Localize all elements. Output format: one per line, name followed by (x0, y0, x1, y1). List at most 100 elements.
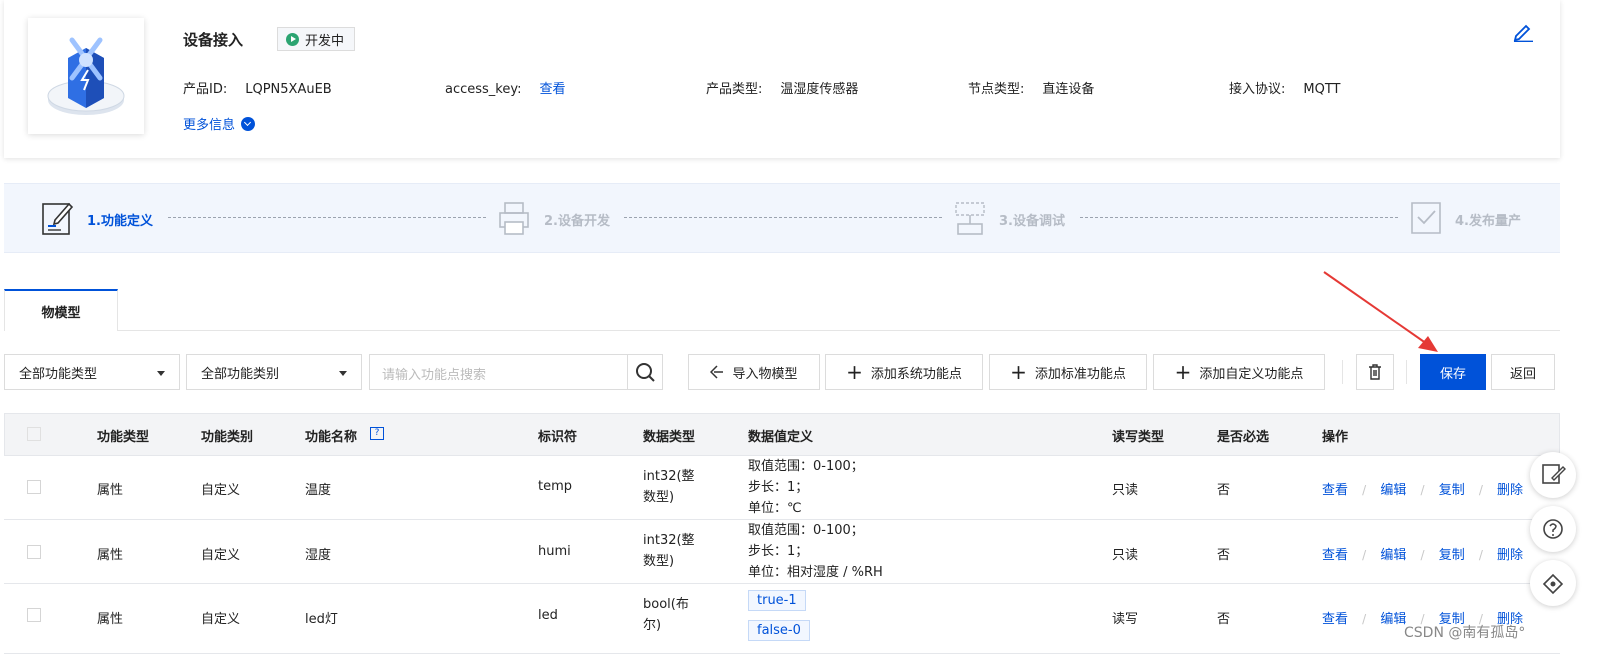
watermark: CSDN @南有孤岛° (1404, 625, 1526, 641)
step-connector (624, 217, 942, 218)
progress-steps (4, 183, 1560, 253)
cell-name: 湿度 (305, 548, 332, 563)
service-icon (1542, 573, 1564, 595)
col-header: 标识符 (538, 430, 578, 445)
node-type-field: 节点类型: 直连设备 (968, 82, 1095, 97)
help-icon[interactable]: ? (370, 427, 384, 440)
copy-link[interactable]: 复制 (1439, 483, 1465, 498)
service-button[interactable] (1530, 560, 1576, 606)
step-connector (1080, 217, 1398, 218)
delete-button[interactable] (1356, 354, 1394, 390)
function-category-select[interactable]: 全部功能类别 (186, 354, 362, 390)
question-icon (1543, 519, 1563, 539)
value-tag: false-0 (748, 620, 810, 641)
cell-category: 自定义 (201, 483, 241, 498)
select-all-checkbox[interactable] (27, 427, 41, 441)
cell-identifier: temp (538, 479, 573, 494)
cell-name: 温度 (305, 483, 332, 498)
copy-link[interactable]: 复制 (1439, 548, 1465, 563)
edit-link[interactable]: 编辑 (1380, 548, 1406, 563)
cell-data-type: int32(整 数型) (643, 533, 695, 569)
delete-link[interactable]: 删除 (1497, 483, 1523, 498)
edit-link[interactable]: 编辑 (1380, 483, 1406, 498)
cell-data-definition: 取值范围：0-100； 步长：1； 单位：相对湿度 / %RH (748, 523, 883, 580)
row-actions: 查看 / 编辑 / 复制 / 删除 (1322, 483, 1524, 498)
cell-name: led灯 (305, 612, 338, 627)
import-icon (710, 365, 724, 379)
status-text: 开发中 (305, 33, 345, 49)
cell-category: 自定义 (201, 548, 241, 563)
chevron-down-icon (241, 116, 256, 131)
save-button[interactable]: 保存 (1420, 354, 1486, 390)
plus-icon: + (1174, 360, 1192, 384)
cell-data-type: int32(整 数型) (643, 469, 695, 505)
document-edit-icon (41, 200, 75, 236)
cell-data-type: bool(布 尔) (643, 597, 689, 633)
tab-thing-model[interactable]: 物模型 (4, 289, 118, 331)
trash-icon (1369, 364, 1381, 380)
cell-rw: 只读 (1112, 483, 1139, 498)
view-link[interactable]: 查看 (1322, 483, 1348, 498)
cell-rw: 读写 (1112, 612, 1139, 627)
toolbar-divider (1406, 360, 1407, 384)
plus-icon: + (846, 360, 863, 384)
annotation-arrow-icon (1323, 271, 1438, 352)
printer-icon (497, 200, 531, 236)
product-type-field: 产品类型: 温湿度传感器 (706, 82, 859, 97)
row-actions: 查看 / 编辑 / 复制 / 删除 (1322, 548, 1524, 563)
search-input[interactable]: 请输入功能点搜索 (382, 364, 486, 383)
cell-required: 否 (1217, 483, 1231, 498)
col-header: 功能类别 (201, 430, 254, 445)
cell-required: 否 (1217, 548, 1231, 563)
product-image (28, 18, 144, 134)
row-checkbox[interactable] (27, 545, 41, 559)
note-edit-icon (1542, 464, 1566, 484)
col-header: 操作 (1322, 430, 1349, 445)
col-header: 是否必选 (1217, 430, 1270, 445)
add-custom-function-button[interactable]: + 添加自定义功能点 (1153, 354, 1325, 390)
function-type-select[interactable]: 全部功能类型 (4, 354, 180, 390)
help-button[interactable] (1530, 506, 1576, 552)
cell-type: 属性 (97, 612, 124, 627)
access-key-field: access_key: 查看 (445, 82, 566, 97)
publish-check-icon (1409, 200, 1443, 236)
view-link[interactable]: 查看 (1322, 548, 1348, 563)
access-key-view-link[interactable]: 查看 (540, 82, 566, 97)
caret-down-icon (339, 371, 347, 376)
import-model-button[interactable]: 导入物模型 (688, 354, 820, 390)
value-tag: true-1 (748, 590, 806, 611)
product-title: 设备接入 (183, 31, 244, 49)
cell-identifier: humi (538, 544, 571, 559)
more-info-link[interactable]: 更多信息 (183, 114, 256, 133)
toolbar-divider (1342, 360, 1343, 384)
step-connector (168, 217, 486, 218)
step-2[interactable]: 2.设备开发 (544, 210, 610, 229)
row-checkbox[interactable] (27, 608, 41, 622)
delete-link[interactable]: 删除 (1497, 548, 1523, 563)
status-badge: 开发中 (277, 27, 356, 51)
col-header: 数据类型 (643, 430, 696, 445)
cell-type: 属性 (97, 483, 124, 498)
cell-identifier: led (538, 608, 558, 623)
product-id-field: 产品ID: LQPN5XAuEB (183, 82, 332, 97)
feedback-button[interactable] (1530, 452, 1576, 498)
search-icon[interactable] (627, 355, 662, 389)
cell-rw: 只读 (1112, 548, 1139, 563)
view-link[interactable]: 查看 (1322, 612, 1348, 627)
col-header: 读写类型 (1112, 430, 1165, 445)
step-4[interactable]: 4.发布量产 (1455, 210, 1521, 229)
cell-type: 属性 (97, 548, 124, 563)
add-standard-function-button[interactable]: + 添加标准功能点 (989, 354, 1147, 390)
plus-icon: + (1010, 360, 1027, 384)
row-checkbox[interactable] (27, 480, 41, 494)
function-search: 请输入功能点搜索 (369, 354, 663, 390)
step-1[interactable]: 1.功能定义 (87, 210, 153, 229)
step-3[interactable]: 3.设备调试 (999, 210, 1065, 229)
edit-icon[interactable] (1512, 22, 1534, 43)
back-button[interactable]: 返回 (1491, 354, 1555, 390)
col-header: 数据值定义 (748, 430, 814, 445)
edit-link[interactable]: 编辑 (1380, 612, 1406, 627)
caret-down-icon (157, 371, 165, 376)
add-system-function-button[interactable]: + 添加系统功能点 (825, 354, 983, 390)
cell-required: 否 (1217, 612, 1231, 627)
